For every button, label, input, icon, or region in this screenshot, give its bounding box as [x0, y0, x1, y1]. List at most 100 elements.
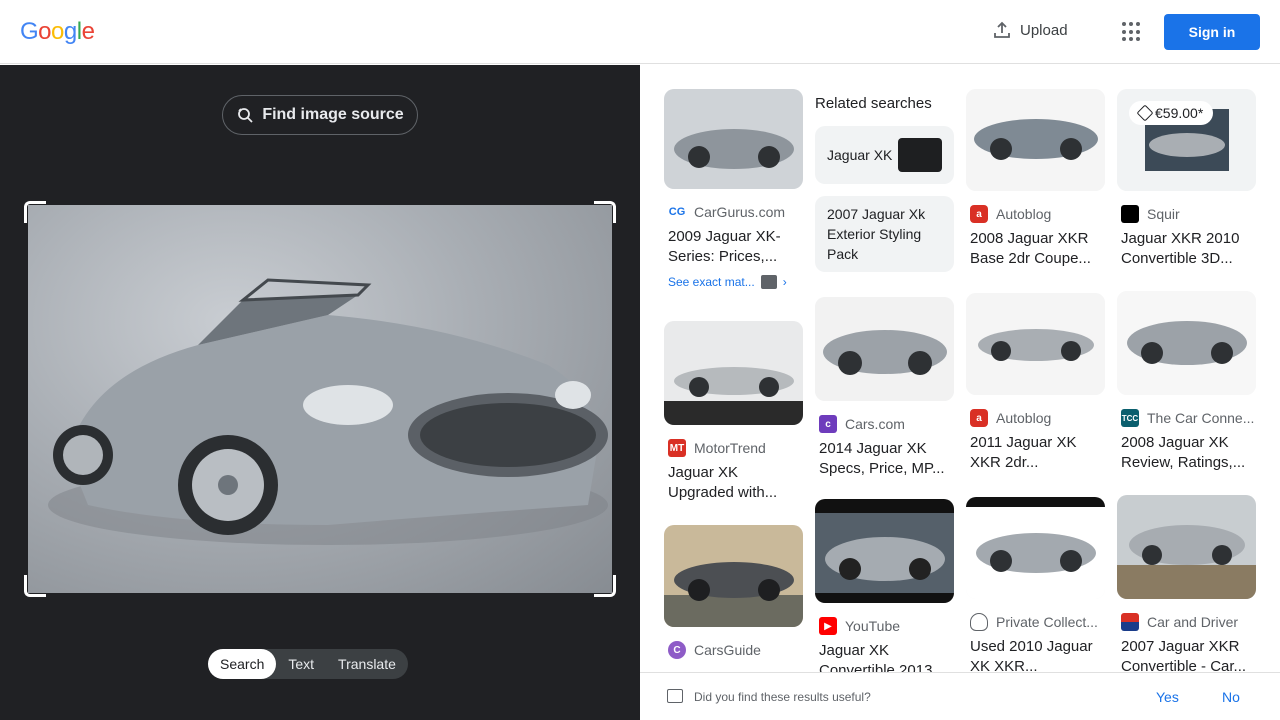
result-title[interactable]: 2007 Jaguar XKR Convertible - Car... [1117, 637, 1256, 677]
squir-icon [1121, 205, 1139, 223]
result-thumbnail[interactable] [1117, 495, 1256, 599]
result-card[interactable]: TCC The Car Conne... 2008 Jaguar XK Revi… [1117, 291, 1256, 473]
result-source-name: The Car Conne... [1147, 410, 1255, 426]
result-thumbnail[interactable] [966, 89, 1105, 191]
exact-match-thumb-icon [760, 275, 777, 289]
query-image [28, 205, 612, 593]
result-source[interactable]: Squir [1117, 205, 1256, 223]
result-thumbnail[interactable]: €59.00* [1117, 89, 1256, 191]
tab-translate[interactable]: Translate [326, 649, 408, 679]
feedback-question: Did you find these results useful? [694, 689, 871, 704]
result-card[interactable]: c Cars.com 2014 Jaguar XK Specs, Price, … [815, 297, 954, 479]
result-source-name: Private Collect... [996, 614, 1098, 630]
private-collection-icon [970, 613, 988, 631]
result-thumbnail[interactable] [966, 293, 1105, 395]
carsguide-icon: C [668, 641, 686, 659]
result-source-name: CarGurus.com [694, 204, 786, 220]
find-image-source-button[interactable]: Find image source [222, 95, 418, 135]
result-source-name: Cars.com [845, 416, 905, 432]
result-source[interactable]: a Autoblog [966, 205, 1105, 223]
result-source[interactable]: a Autoblog [966, 409, 1105, 427]
chevron-right-icon: › [782, 275, 787, 289]
crop-area[interactable] [24, 201, 616, 597]
result-title[interactable]: 2008 Jaguar XK Review, Ratings,... [1117, 433, 1256, 473]
result-title[interactable]: 2008 Jaguar XKR Base 2dr Coupe... [966, 229, 1105, 269]
motortrend-icon: MT [668, 439, 686, 457]
autoblog-icon: a [970, 409, 988, 427]
google-logo[interactable]: Google [20, 18, 95, 46]
price-tag-icon [1136, 104, 1154, 122]
result-source-name: Autoblog [996, 410, 1052, 426]
result-thumbnail[interactable] [664, 321, 803, 425]
related-search-thumb [898, 138, 942, 172]
result-source[interactable]: CG CarGurus.com [664, 203, 803, 221]
crop-handle-bottom-left[interactable] [24, 575, 46, 597]
lens-search-icon [238, 108, 253, 123]
tab-text[interactable]: Text [276, 649, 326, 679]
feedback-icon [667, 689, 683, 703]
autoblog-icon: a [970, 205, 988, 223]
cargurus-icon: CG [668, 203, 686, 221]
feedback-bar: Did you find these results useful? Yes N… [640, 672, 1280, 720]
top-bar: Google Upload Sign in [0, 0, 1280, 64]
crop-handle-top-left[interactable] [24, 201, 46, 223]
result-title[interactable]: 2009 Jaguar XK-Series: Prices,... [664, 227, 803, 267]
result-source-name: CarsGuide [694, 642, 761, 658]
sign-in-button[interactable]: Sign in [1164, 14, 1260, 50]
result-card[interactable]: CG CarGurus.com 2009 Jaguar XK-Series: P… [664, 89, 803, 289]
result-card[interactable]: ▶ YouTube Jaguar XK Convertible 2013... [815, 499, 954, 681]
results-panel: CG CarGurus.com 2009 Jaguar XK-Series: P… [640, 65, 1280, 720]
related-searches-heading: Related searches [815, 95, 932, 112]
result-title[interactable]: Jaguar XKR 2010 Convertible 3D... [1117, 229, 1256, 269]
result-card[interactable]: a Autoblog 2008 Jaguar XKR Base 2dr Coup… [966, 89, 1105, 269]
result-source[interactable]: C CarsGuide [664, 641, 803, 659]
result-card[interactable]: Car and Driver 2007 Jaguar XKR Convertib… [1117, 495, 1256, 677]
feedback-yes-button[interactable]: Yes [1156, 689, 1179, 705]
related-search-chip[interactable]: Jaguar XK [815, 126, 954, 184]
result-thumbnail[interactable] [815, 499, 954, 603]
result-source-name: YouTube [845, 618, 901, 634]
result-title[interactable]: 2011 Jaguar XK XKR 2dr... [966, 433, 1105, 473]
result-thumbnail[interactable] [664, 525, 803, 627]
upload-label: Upload [1020, 21, 1068, 39]
result-card[interactable]: €59.00* Squir Jaguar XKR 2010 Convertibl… [1117, 89, 1256, 269]
result-source[interactable]: MT MotorTrend [664, 439, 803, 457]
apps-grid-icon[interactable] [1122, 22, 1142, 42]
youtube-icon: ▶ [819, 617, 837, 635]
result-title[interactable]: Used 2010 Jaguar XK XKR... [966, 637, 1105, 677]
result-source-name: Car and Driver [1147, 614, 1239, 630]
crop-handle-top-right[interactable] [594, 201, 616, 223]
find-image-source-label: Find image source [262, 106, 404, 123]
result-thumbnail[interactable] [966, 497, 1105, 599]
price-badge: €59.00* [1129, 101, 1214, 125]
query-image-panel: Find image source Search Text Translate [0, 65, 640, 720]
related-search-chip[interactable]: 2007 Jaguar Xk Exterior Styling Pack [815, 196, 954, 272]
result-source[interactable]: c Cars.com [815, 415, 954, 433]
result-source[interactable]: ▶ YouTube [815, 617, 954, 635]
price-label: €59.00* [1155, 105, 1204, 121]
see-exact-matches-link[interactable]: See exact mat... › [664, 275, 803, 289]
result-card[interactable]: a Autoblog 2011 Jaguar XK XKR 2dr... [966, 293, 1105, 473]
upload-icon [994, 21, 1010, 38]
result-source[interactable]: Private Collect... [966, 613, 1105, 631]
result-thumbnail[interactable] [664, 89, 803, 189]
result-source[interactable]: TCC The Car Conne... [1117, 409, 1256, 427]
result-card[interactable]: Private Collect... Used 2010 Jaguar XK X… [966, 497, 1105, 677]
related-searches: Related searches Jaguar XK 2007 Jaguar X… [815, 95, 954, 272]
feedback-no-button[interactable]: No [1222, 689, 1240, 705]
crop-handle-bottom-right[interactable] [594, 575, 616, 597]
result-thumbnail[interactable] [815, 297, 954, 401]
result-title[interactable]: 2014 Jaguar XK Specs, Price, MP... [815, 439, 954, 479]
result-card[interactable]: MT MotorTrend Jaguar XK Upgraded with... [664, 321, 803, 503]
related-search-label: Jaguar XK [827, 147, 893, 163]
result-title[interactable]: Jaguar XK Upgraded with... [664, 463, 803, 503]
tab-search[interactable]: Search [208, 649, 277, 679]
result-source[interactable]: Car and Driver [1117, 613, 1256, 631]
car-and-driver-icon [1121, 613, 1139, 631]
car-connection-icon: TCC [1121, 409, 1139, 427]
upload-button[interactable]: Upload [992, 20, 1068, 40]
cars-com-icon: c [819, 415, 837, 433]
result-thumbnail[interactable] [1117, 291, 1256, 395]
result-card[interactable]: C CarsGuide [664, 525, 803, 659]
see-exact-matches-label: See exact mat... [668, 275, 755, 289]
